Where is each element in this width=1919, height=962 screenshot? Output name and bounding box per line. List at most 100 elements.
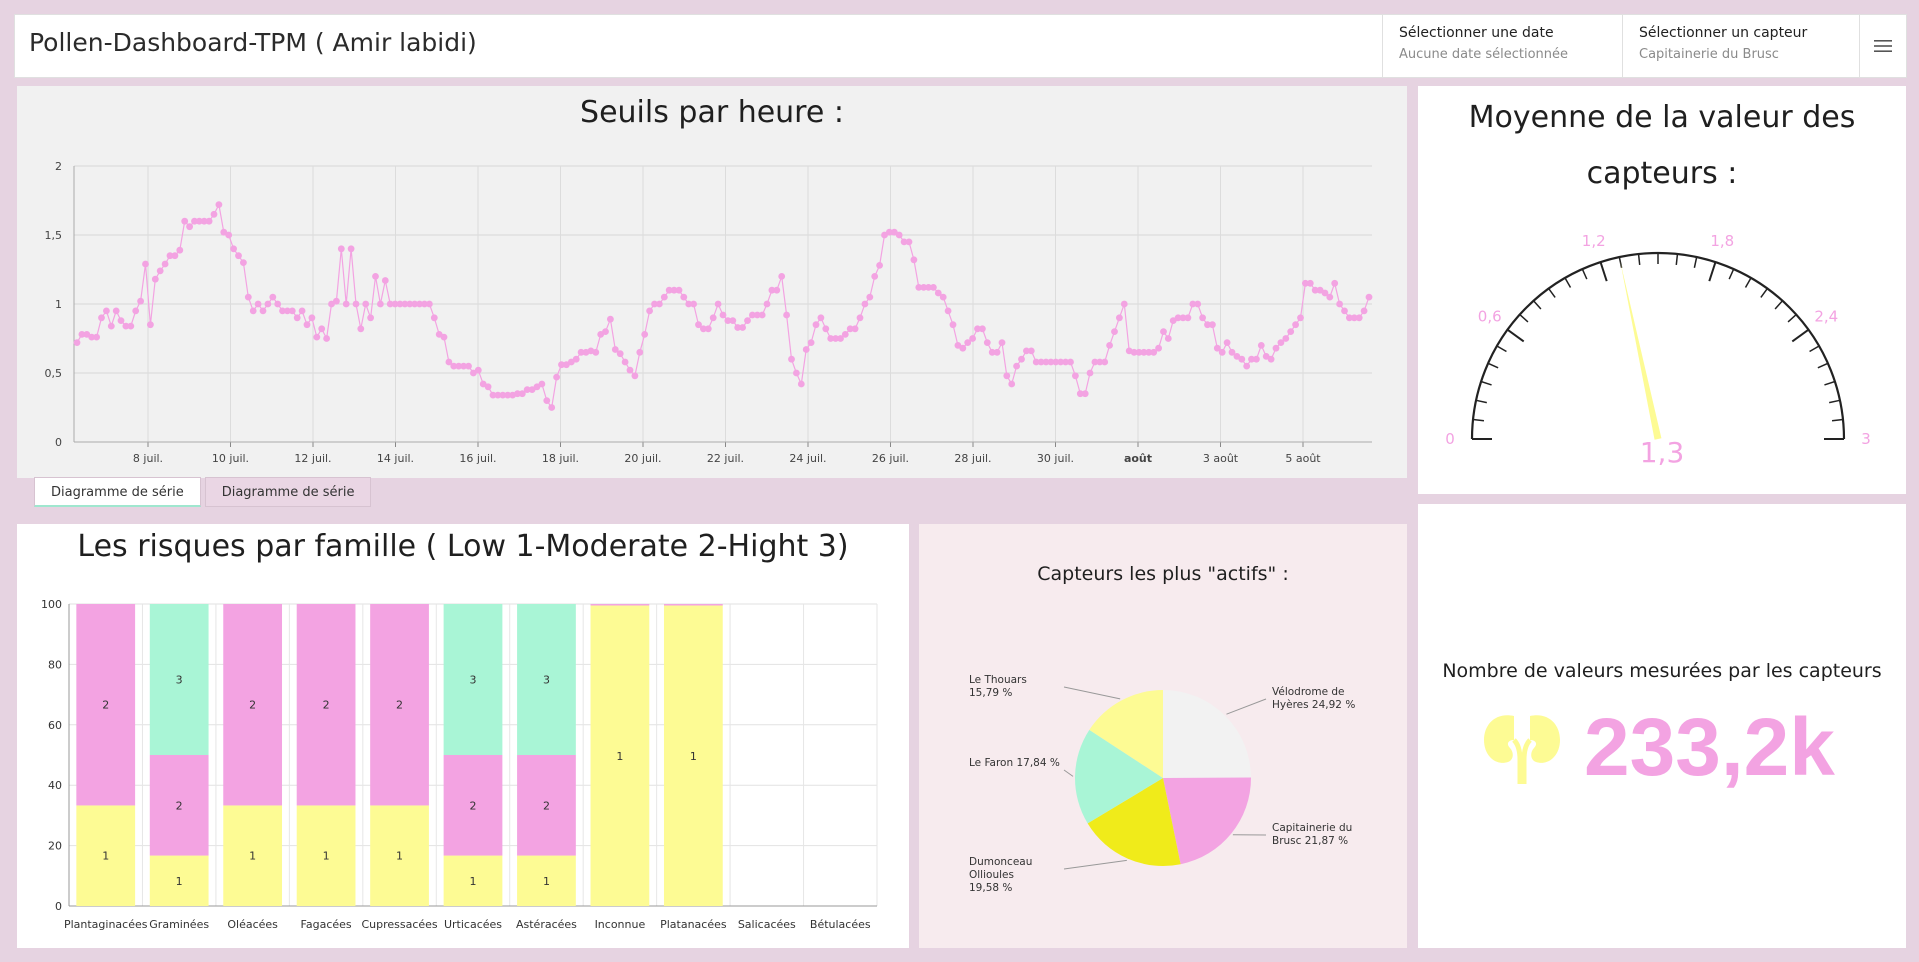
data-point <box>181 217 189 225</box>
data-point <box>73 339 81 346</box>
data-point <box>602 328 609 335</box>
data-point <box>979 325 986 333</box>
data-point <box>1360 307 1368 315</box>
data-point <box>308 314 316 322</box>
y-tick-label: 80 <box>48 658 62 671</box>
y-tick-label: 1,5 <box>45 229 63 242</box>
date-selector-value: Aucune date sélectionnée <box>1399 47 1568 62</box>
y-tick-label: 0,5 <box>45 367 63 380</box>
tab-series-diagram-1[interactable]: Diagramme de série <box>34 477 201 507</box>
x-tick-label: Fagacées <box>301 918 352 931</box>
x-tick-label: Graminées <box>149 918 209 931</box>
data-point <box>1013 362 1020 370</box>
bar-segment <box>590 604 650 606</box>
gauge-tick-label: 1,8 <box>1710 232 1734 250</box>
date-selector[interactable]: Sélectionner une date Aucune date sélect… <box>1382 15 1622 77</box>
data-point <box>215 201 223 208</box>
pie-leader-line <box>1063 769 1074 777</box>
data-point <box>1184 314 1192 322</box>
data-point <box>230 245 238 253</box>
data-point <box>592 348 600 356</box>
data-point <box>98 314 105 322</box>
bar-segment-label: 2 <box>470 799 477 812</box>
gauge-chart: 00,61,2 1,82,43 <box>1445 232 1871 448</box>
bar-segment-label: 3 <box>543 674 550 687</box>
x-tick-label: 18 juil. <box>542 452 579 465</box>
gauge-tick-label: 0,6 <box>1478 308 1502 326</box>
data-point <box>303 321 311 329</box>
series-chart[interactable]: 00,511,528 juil. 10 juil. 12 juil. 14 juil.… <box>17 86 1407 478</box>
hamburger-icon <box>1874 40 1892 52</box>
data-point <box>1106 342 1113 349</box>
pie-chart[interactable]: Vélodrome deHyères 24,92 % Capitainerie d… <box>919 524 1407 948</box>
data-point <box>161 260 169 268</box>
data-point <box>269 293 277 301</box>
data-point <box>1086 369 1094 377</box>
data-point <box>1003 372 1011 380</box>
data-point <box>817 314 825 322</box>
data-point <box>944 307 952 315</box>
data-point <box>254 300 262 308</box>
data-point <box>993 348 1001 356</box>
data-point <box>1257 342 1265 349</box>
pie-slice-label: Brusc 21,87 % <box>1272 835 1348 847</box>
data-point <box>357 325 365 333</box>
data-point <box>1292 321 1299 329</box>
data-point <box>1282 335 1290 342</box>
data-point <box>1027 347 1035 355</box>
data-point <box>773 286 781 294</box>
data-point <box>998 339 1006 346</box>
data-point <box>1160 328 1167 335</box>
data-point <box>1267 355 1275 363</box>
data-point <box>426 300 433 308</box>
tab-series-diagram-2[interactable]: Diagramme de série <box>204 477 372 507</box>
gauge-minor-tick <box>1519 313 1529 323</box>
data-point <box>1272 344 1280 352</box>
bar-chart[interactable]: 0 20 40 60 80 100 1 2 Plantaginacées 1 2 3 Graminées… <box>17 524 909 948</box>
data-point <box>1287 328 1295 335</box>
gauge-major-tick <box>1506 328 1525 343</box>
x-tick-label: 16 juil. <box>459 452 496 465</box>
data-point <box>1326 293 1334 301</box>
data-point <box>939 293 947 301</box>
gauge-major-tick <box>1599 261 1608 282</box>
data-point <box>704 325 712 333</box>
data-point <box>225 231 233 239</box>
data-point <box>822 325 830 333</box>
data-point <box>440 333 448 341</box>
data-point <box>758 311 766 319</box>
pie-slice-label: Ollioules <box>969 869 1014 881</box>
gauge-minor-tick <box>1564 277 1572 288</box>
bar-segment-label: 1 <box>249 850 256 863</box>
x-tick-label: Inconnue <box>595 918 646 931</box>
x-tick-label: 20 juil. <box>624 452 661 465</box>
data-point <box>1336 300 1343 308</box>
sensor-selector-value: Capitainerie du Brusc <box>1639 47 1779 62</box>
data-point <box>793 369 800 377</box>
x-tick-label: août <box>1124 452 1152 465</box>
data-point <box>240 259 247 266</box>
data-point <box>675 286 683 294</box>
gauge-tick-label: 1,2 <box>1582 232 1606 250</box>
data-point <box>1355 314 1363 322</box>
gauge-minor-tick <box>1637 253 1641 266</box>
menu-button[interactable] <box>1859 15 1906 77</box>
sensor-selector[interactable]: Sélectionner un capteur Capitainerie du … <box>1622 15 1860 77</box>
pie-leader-line <box>1063 859 1127 870</box>
date-selector-label: Sélectionner une date <box>1399 25 1554 41</box>
data-point <box>744 317 751 324</box>
data-point <box>866 293 874 301</box>
data-point <box>264 300 272 308</box>
data-point <box>1341 307 1348 315</box>
data-point <box>352 300 360 308</box>
data-point <box>631 372 639 380</box>
data-point <box>484 383 492 391</box>
data-point <box>259 307 267 315</box>
data-point <box>293 314 301 322</box>
gauge-minor-tick <box>1472 418 1485 422</box>
data-point <box>176 246 184 254</box>
data-point <box>538 380 546 388</box>
gauge-arc <box>1470 251 1846 440</box>
x-tick-label: Bétulacées <box>810 918 871 931</box>
data-point <box>660 293 668 301</box>
